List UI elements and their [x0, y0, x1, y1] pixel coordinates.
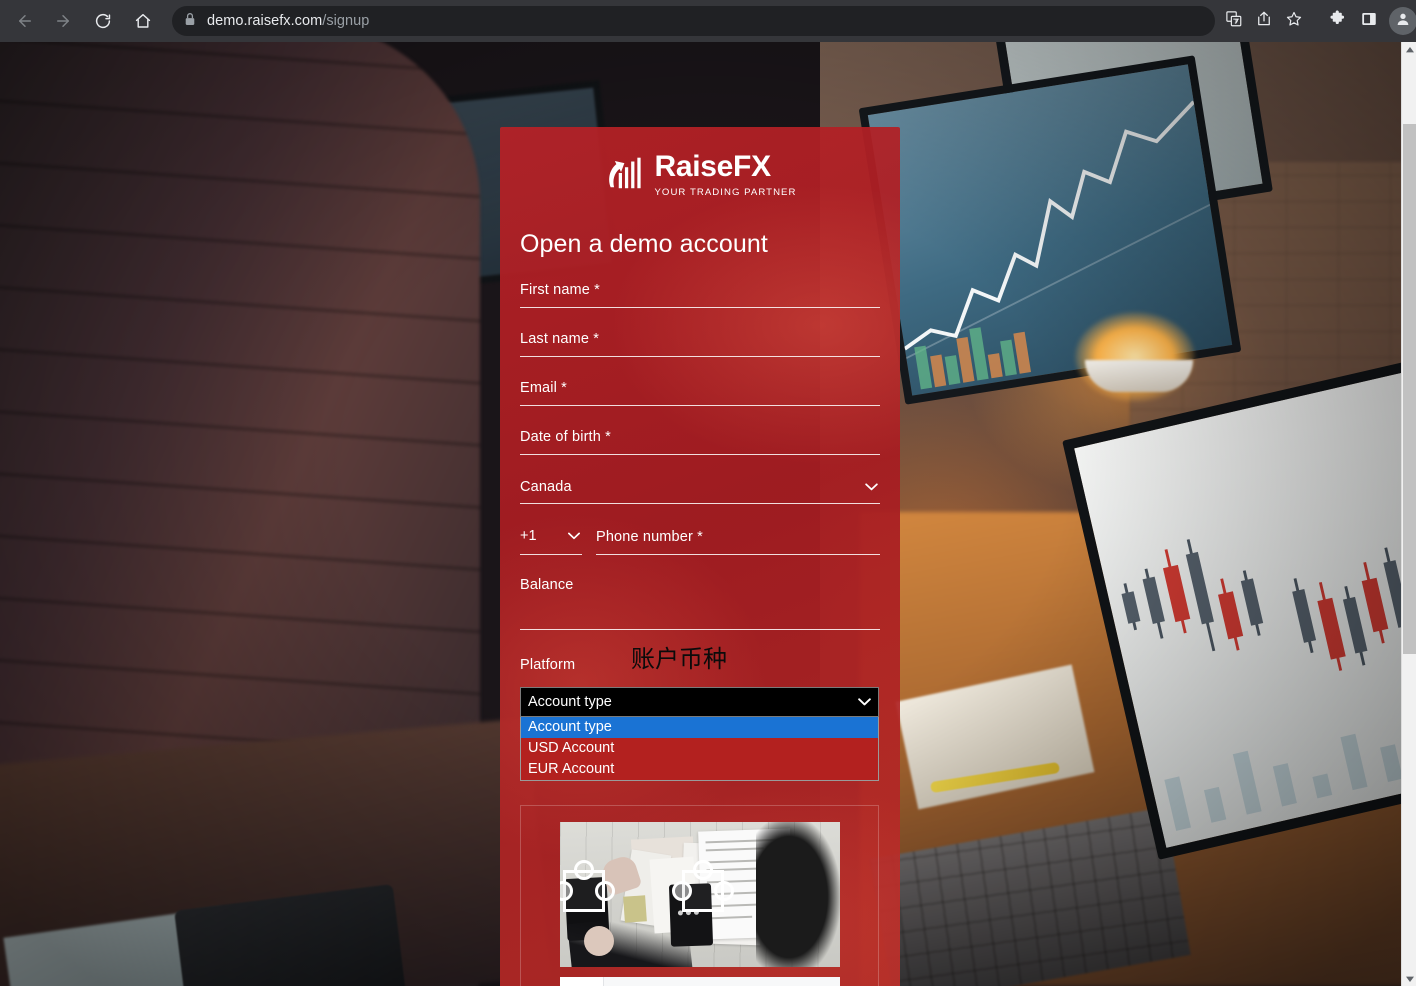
back-button[interactable] — [8, 4, 42, 38]
lock-icon[interactable] — [184, 12, 196, 31]
translate-icon — [1225, 10, 1243, 33]
phone-number-label: Phone number * — [596, 529, 703, 545]
extension-actions — [1321, 5, 1416, 37]
balance-underline — [520, 629, 880, 630]
field-last-name[interactable]: Last name * — [520, 331, 880, 357]
scrollbar-thumb[interactable] — [1403, 124, 1416, 654]
date-of-birth-underline — [520, 454, 880, 455]
account-type-option-0[interactable]: Account type — [521, 717, 878, 738]
account-currency-annotation: 账户币种 — [631, 645, 727, 673]
first-name-underline — [520, 307, 880, 308]
home-icon — [134, 12, 152, 30]
profile-button[interactable] — [1389, 7, 1416, 35]
browser-toolbar: demo.raisefx.com/signup — [0, 0, 1416, 42]
field-email[interactable]: Email * — [520, 380, 880, 406]
page-viewport: RaiseFX YOUR TRADING PARTNER Open a demo… — [0, 42, 1416, 986]
email-label: Email * — [520, 380, 567, 396]
field-first-name[interactable]: First name * — [520, 282, 880, 308]
field-phone-number[interactable]: Phone number * — [596, 529, 880, 555]
scroll-down-arrow-icon[interactable] — [1402, 971, 1416, 986]
bookmark-button[interactable] — [1279, 6, 1309, 36]
page-title: Open a demo account — [520, 230, 768, 258]
date-of-birth-label: Date of birth * — [520, 429, 611, 445]
captcha-slider-track[interactable]: Slide right to fill — [559, 977, 840, 986]
account-type-options-list[interactable]: Account type USD Account EUR Account — [520, 717, 879, 781]
captcha-puzzle-image — [559, 822, 840, 967]
page-scrollbar[interactable] — [1401, 42, 1416, 986]
puzzle-icon — [1328, 9, 1347, 33]
arrow-right-icon — [54, 12, 72, 30]
country-code-underline — [520, 554, 582, 555]
side-panel-icon — [1360, 10, 1378, 33]
share-icon — [1255, 10, 1273, 33]
puzzle-piece-icon — [559, 860, 615, 912]
account-type-option-2[interactable]: EUR Account — [521, 759, 878, 780]
url-text: demo.raisefx.com/signup — [207, 13, 369, 29]
star-icon — [1285, 10, 1303, 33]
country-code-value: +1 — [520, 528, 537, 544]
country-select[interactable]: Canada — [520, 478, 880, 504]
signup-card: RaiseFX YOUR TRADING PARTNER Open a demo… — [500, 127, 900, 986]
omnibox-actions — [1219, 6, 1309, 36]
field-balance[interactable]: Balance — [520, 577, 880, 630]
forward-button[interactable] — [46, 4, 80, 38]
side-panel-button[interactable] — [1353, 5, 1385, 37]
field-date-of-birth[interactable]: Date of birth * — [520, 429, 880, 455]
brand-name: RaiseFX — [654, 149, 771, 183]
raisefx-arrow-bars-logo-icon — [603, 151, 645, 198]
phone-number-underline — [596, 554, 880, 555]
last-name-underline — [520, 356, 880, 357]
chevron-down-icon — [858, 693, 871, 711]
captcha-widget: Slide right to fill — [520, 805, 879, 986]
country-code-select[interactable]: +1 — [520, 527, 582, 555]
brand-logo: RaiseFX YOUR TRADING PARTNER — [520, 127, 880, 198]
chevron-down-icon — [865, 478, 878, 496]
brand-text: RaiseFX YOUR TRADING PARTNER — [654, 149, 797, 198]
reload-icon — [94, 12, 112, 30]
country-selected-value: Canada — [520, 479, 572, 495]
last-name-label: Last name * — [520, 331, 600, 347]
platform-label: Platform — [520, 657, 576, 673]
account-type-select[interactable]: Account type — [520, 687, 879, 717]
email-underline — [520, 405, 880, 406]
captcha-slider-handle[interactable] — [559, 977, 604, 986]
scroll-up-arrow-icon[interactable] — [1402, 42, 1416, 57]
home-button[interactable] — [126, 4, 160, 38]
puzzle-piece-icon — [671, 860, 734, 912]
phone-row: +1 Phone number * — [520, 527, 880, 555]
reload-button[interactable] — [86, 4, 120, 38]
arrow-left-icon — [16, 12, 34, 30]
account-type-selected-value: Account type — [528, 694, 612, 710]
chevron-down-icon — [568, 527, 580, 545]
url-domain: demo.raisefx.com — [207, 13, 323, 29]
translate-button[interactable] — [1219, 6, 1249, 36]
balance-label: Balance — [520, 577, 574, 593]
address-bar[interactable]: demo.raisefx.com/signup — [172, 6, 1215, 36]
url-path: /signup — [322, 13, 370, 29]
first-name-label: First name * — [520, 282, 600, 298]
brand-tagline: YOUR TRADING PARTNER — [654, 186, 797, 198]
account-type-option-1[interactable]: USD Account — [521, 738, 878, 759]
share-button[interactable] — [1249, 6, 1279, 36]
platform-block: Platform 账户币种 Account type Account type … — [520, 647, 880, 781]
profile-avatar-icon — [1395, 11, 1411, 32]
extensions-button[interactable] — [1321, 5, 1353, 37]
country-underline — [520, 503, 880, 504]
